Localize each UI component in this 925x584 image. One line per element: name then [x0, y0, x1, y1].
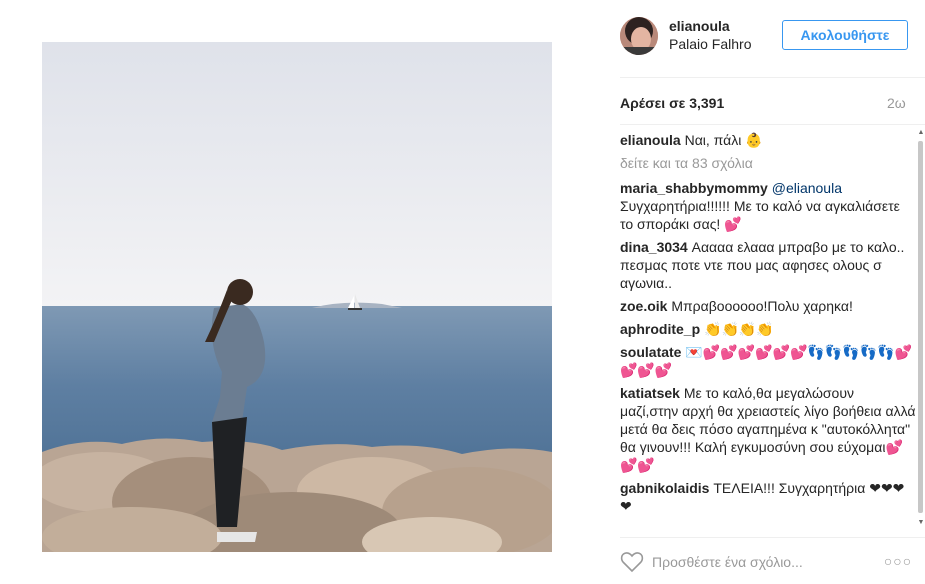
likes-divider: [620, 124, 925, 125]
post-footer: ○○○: [620, 549, 915, 577]
caption-text: Ναι, πάλι 👶: [684, 132, 763, 148]
comment-username[interactable]: soulatate: [620, 344, 681, 360]
caption: elianoula Ναι, πάλι 👶: [620, 131, 916, 149]
scroll-up-arrow-icon[interactable]: ▲: [917, 129, 925, 137]
post-time[interactable]: 2ω: [887, 95, 906, 111]
comment-item: aphrodite_p 👏👏👏👏: [620, 320, 916, 338]
comment-username[interactable]: zoe.oik: [620, 298, 667, 314]
comment-username[interactable]: dina_3034: [620, 239, 688, 255]
comment-username[interactable]: gabnikolaidis: [620, 480, 709, 496]
comment-item: soulatate 💌💕💕💕💕💕💕👣👣👣👣👣💕💕💕💕: [620, 343, 916, 379]
comment-mention[interactable]: @elianoula: [772, 180, 842, 196]
comment-username[interactable]: aphrodite_p: [620, 321, 700, 337]
comment-item: dina_3034 Ααααα ελααα μπραβο με το καλο.…: [620, 238, 916, 292]
comment-text: 👏👏👏👏: [704, 321, 774, 337]
comments-list: elianoula Ναι, πάλι 👶 δείτε και τα 83 σχ…: [620, 131, 916, 529]
post-location[interactable]: Palaio Falhro: [669, 36, 752, 52]
comment-text: Μπραβοοοοοο!Πολυ χαρηκα!: [671, 298, 853, 314]
header-divider: [620, 77, 925, 78]
post-username[interactable]: elianoula: [669, 18, 730, 34]
comment-item: zoe.oik Μπραβοοοοοο!Πολυ χαρηκα!: [620, 297, 916, 315]
avatar[interactable]: [620, 17, 658, 55]
comment-text: Συγχαρητήρια!!!!!! Με το καλό να αγκαλιά…: [620, 198, 900, 232]
scrollbar-thumb[interactable]: [918, 141, 923, 513]
comment-item: maria_shabbymommy @elianoula Συγχαρητήρι…: [620, 179, 916, 233]
comment-username[interactable]: maria_shabbymommy: [620, 180, 768, 196]
likes-count[interactable]: Αρέσει σε 3,391: [620, 95, 724, 111]
add-comment-input[interactable]: [652, 552, 872, 572]
view-all-comments-link[interactable]: δείτε και τα 83 σχόλια: [620, 154, 916, 172]
caption-username[interactable]: elianoula: [620, 132, 681, 148]
comments-scrollbar[interactable]: ▲ ▼: [917, 129, 925, 527]
heart-icon[interactable]: [620, 551, 644, 573]
post-header: elianoula Palaio Falhro Ακολουθήστε: [620, 14, 910, 64]
post-photo[interactable]: [42, 42, 552, 552]
scroll-down-arrow-icon[interactable]: ▼: [917, 519, 925, 527]
comment-item: gabnikolaidis ΤΕΛΕΙΑ!!! Συγχαρητήρια ❤❤❤…: [620, 479, 916, 515]
footer-divider: [620, 537, 925, 538]
comment-username[interactable]: katiatsek: [620, 385, 680, 401]
follow-button[interactable]: Ακολουθήστε: [782, 20, 908, 50]
more-options-icon[interactable]: ○○○: [883, 551, 913, 571]
comment-item: katiatsek Με το καλό,θα μεγαλώσουν μαζί,…: [620, 384, 916, 474]
